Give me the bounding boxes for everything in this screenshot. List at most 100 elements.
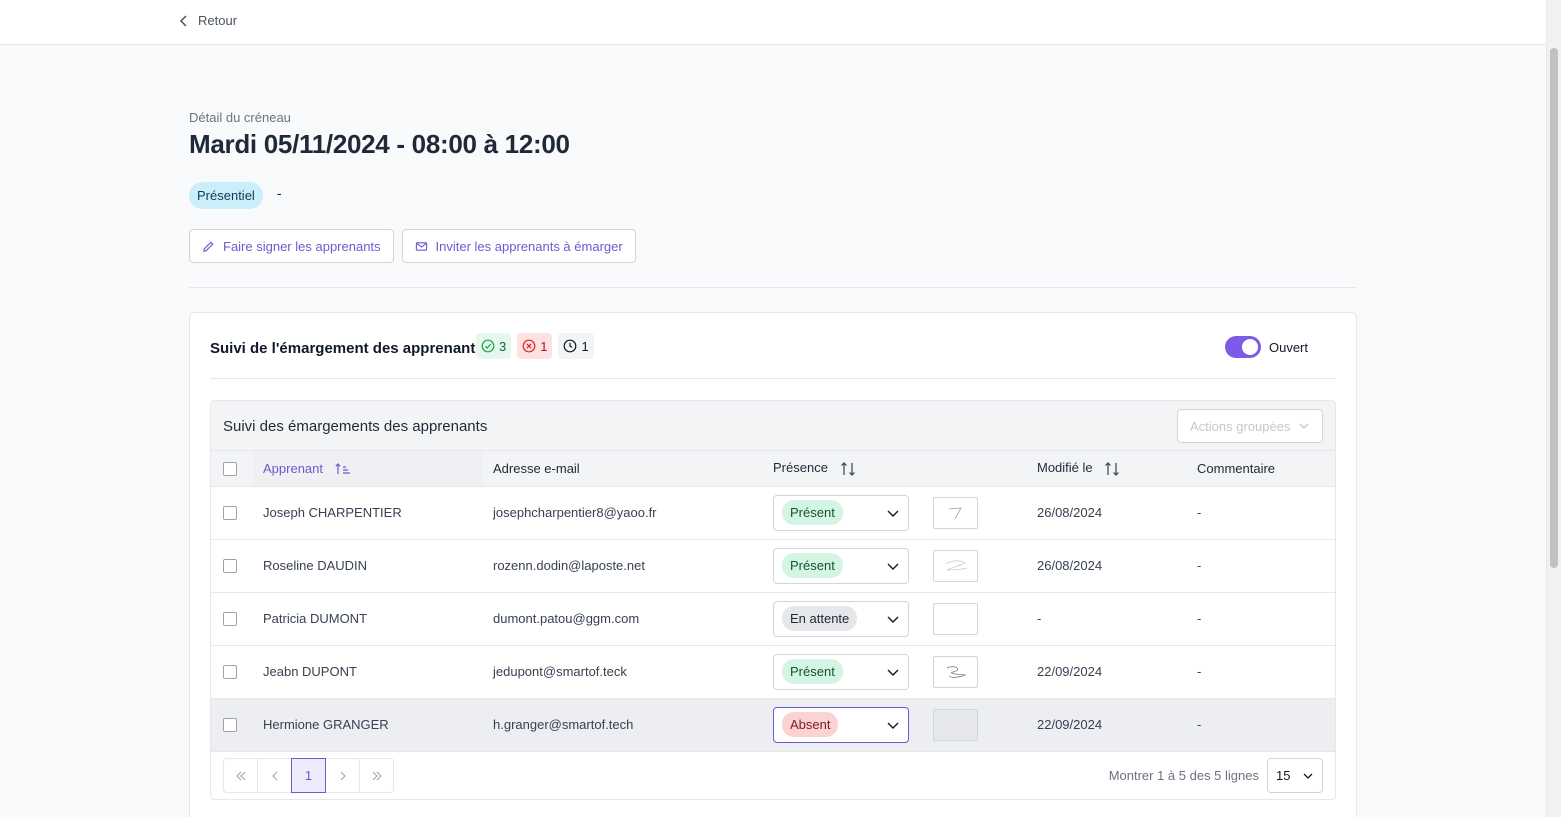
row-checkbox[interactable]: [223, 612, 237, 627]
back-label: Retour: [198, 13, 238, 28]
signature-cell: [923, 645, 1027, 699]
invite-learners-button[interactable]: Inviter les apprenants à émarger: [401, 229, 636, 263]
table-row: Roseline DAUDIN rozenn.dodin@laposte.net…: [211, 539, 1335, 593]
modified-date: -: [1027, 592, 1187, 646]
presence-cell: Présent: [763, 486, 923, 540]
column-learner[interactable]: Apprenant: [253, 451, 483, 487]
chevron-down-icon: [1299, 423, 1309, 429]
back-link[interactable]: Retour: [178, 13, 237, 28]
signature-thumbnail[interactable]: [933, 549, 978, 582]
invite-learners-label: Inviter les apprenants à émarger: [435, 238, 623, 254]
row-checkbox[interactable]: [223, 559, 237, 574]
chevron-down-icon: [887, 616, 899, 623]
presence-badge: Absent: [782, 712, 839, 737]
attendance-table: Apprenant Adresse e-mail Présence Modifi…: [211, 451, 1335, 752]
column-learner-label: Apprenant: [263, 460, 323, 476]
pencil-icon: [203, 241, 214, 252]
presence-badge: Présent: [782, 500, 843, 525]
select-all-checkbox[interactable]: [223, 462, 237, 477]
check-circle-icon: [481, 339, 495, 353]
pagination: 1: [223, 758, 394, 793]
mode-extra: -: [276, 184, 282, 201]
presence-badge: Présent: [782, 659, 843, 684]
comment: -: [1187, 592, 1335, 646]
signature-thumbnail[interactable]: [933, 496, 978, 529]
row-checkbox[interactable]: [223, 718, 237, 733]
column-comment: Commentaire: [1187, 451, 1335, 487]
learner-name: Hermione GRANGER: [253, 698, 483, 752]
row-select-cell: [211, 539, 253, 593]
previous-page-button[interactable]: [257, 758, 292, 793]
page-scrollbar[interactable]: [1546, 0, 1561, 817]
comment: -: [1187, 539, 1335, 593]
row-checkbox[interactable]: [223, 506, 237, 521]
present-count: 3: [499, 338, 507, 354]
row-checkbox[interactable]: [223, 665, 237, 680]
last-page-button[interactable]: [359, 758, 394, 793]
divider: [189, 287, 1357, 288]
pagination-summary: Montrer 1 à 5 des 5 lignes: [1108, 768, 1259, 783]
presence-select[interactable]: Présent: [773, 547, 909, 584]
chevron-down-icon: [887, 669, 899, 676]
learner-email: dumont.patou@ggm.com: [483, 592, 763, 646]
modified-date: 22/09/2024: [1027, 645, 1187, 699]
comment: -: [1187, 698, 1335, 752]
pending-count: 1: [581, 338, 589, 354]
mode-row: Présentiel -: [189, 182, 281, 209]
attendance-table-panel: Suivi des émargements des apprenants Act…: [210, 400, 1336, 800]
column-signature: [923, 451, 1027, 487]
chevron-left-icon: [271, 771, 277, 780]
page-button-current[interactable]: 1: [291, 758, 326, 793]
pagination-summary-group: Montrer 1 à 5 des 5 lignes 15: [1109, 758, 1323, 793]
presence-badge: Présent: [782, 553, 843, 578]
absent-count: 1: [540, 338, 548, 354]
row-select-cell: [211, 645, 253, 699]
column-presence[interactable]: Présence: [763, 451, 923, 487]
page-subtitle: Détail du créneau: [189, 110, 291, 125]
presence-badge: En attente: [782, 606, 858, 631]
scrollbar-thumb[interactable]: [1550, 48, 1558, 568]
modified-date: 22/09/2024: [1027, 698, 1187, 752]
learner-name: Roseline DAUDIN: [253, 539, 483, 593]
page-size-select[interactable]: 15: [1267, 758, 1323, 793]
sort-icon: [1105, 462, 1120, 476]
pending-counter: 1: [558, 333, 594, 359]
presence-cell: En attente: [763, 592, 923, 646]
present-counter: 3: [476, 333, 512, 359]
attendance-card: Suivi de l'émargement des apprenants 3 1…: [189, 312, 1357, 817]
signature-thumbnail-empty[interactable]: [933, 708, 978, 741]
presence-select[interactable]: Présent: [773, 494, 909, 531]
grouped-actions-dropdown[interactable]: Actions groupées: [1177, 409, 1323, 443]
row-select-cell: [211, 486, 253, 540]
open-toggle-group: Ouvert: [1224, 336, 1308, 358]
first-page-button[interactable]: [223, 758, 258, 793]
comment: -: [1187, 486, 1335, 540]
next-page-button[interactable]: [325, 758, 360, 793]
table-header-row: Apprenant Adresse e-mail Présence Modifi…: [211, 451, 1335, 487]
presence-select[interactable]: Absent: [773, 706, 909, 743]
sign-learners-button[interactable]: Faire signer les apprenants: [189, 229, 394, 263]
row-select-cell: [211, 698, 253, 752]
clock-icon: [564, 339, 577, 353]
modified-date: 26/08/2024: [1027, 486, 1187, 540]
learner-name: Joseph CHARPENTIER: [253, 486, 483, 540]
chevrons-right-icon: [372, 771, 382, 780]
chevron-left-icon: [179, 14, 187, 27]
column-modified[interactable]: Modifié le: [1027, 451, 1187, 487]
open-toggle[interactable]: [1224, 336, 1261, 358]
presence-select[interactable]: En attente: [773, 600, 909, 637]
learner-name: Patricia DUMONT: [253, 592, 483, 646]
signature-cell: [923, 592, 1027, 646]
signature-scribble: [948, 507, 962, 519]
signature-thumbnail-empty[interactable]: [933, 602, 978, 635]
signature-thumbnail[interactable]: [933, 655, 978, 688]
chevron-down-icon: [1303, 773, 1313, 779]
select-all-cell: [211, 451, 253, 487]
learner-email: h.granger@smartof.tech: [483, 698, 763, 752]
table-row: Jeabn DUPONT jedupont@smartof.teck Prése…: [211, 645, 1335, 699]
presence-select[interactable]: Présent: [773, 653, 909, 690]
grouped-actions-label: Actions groupées: [1190, 418, 1291, 434]
table-title: Suivi des émargements des apprenants: [223, 418, 488, 435]
learner-email: rozenn.dodin@laposte.net: [483, 539, 763, 593]
mail-icon: [415, 241, 427, 251]
